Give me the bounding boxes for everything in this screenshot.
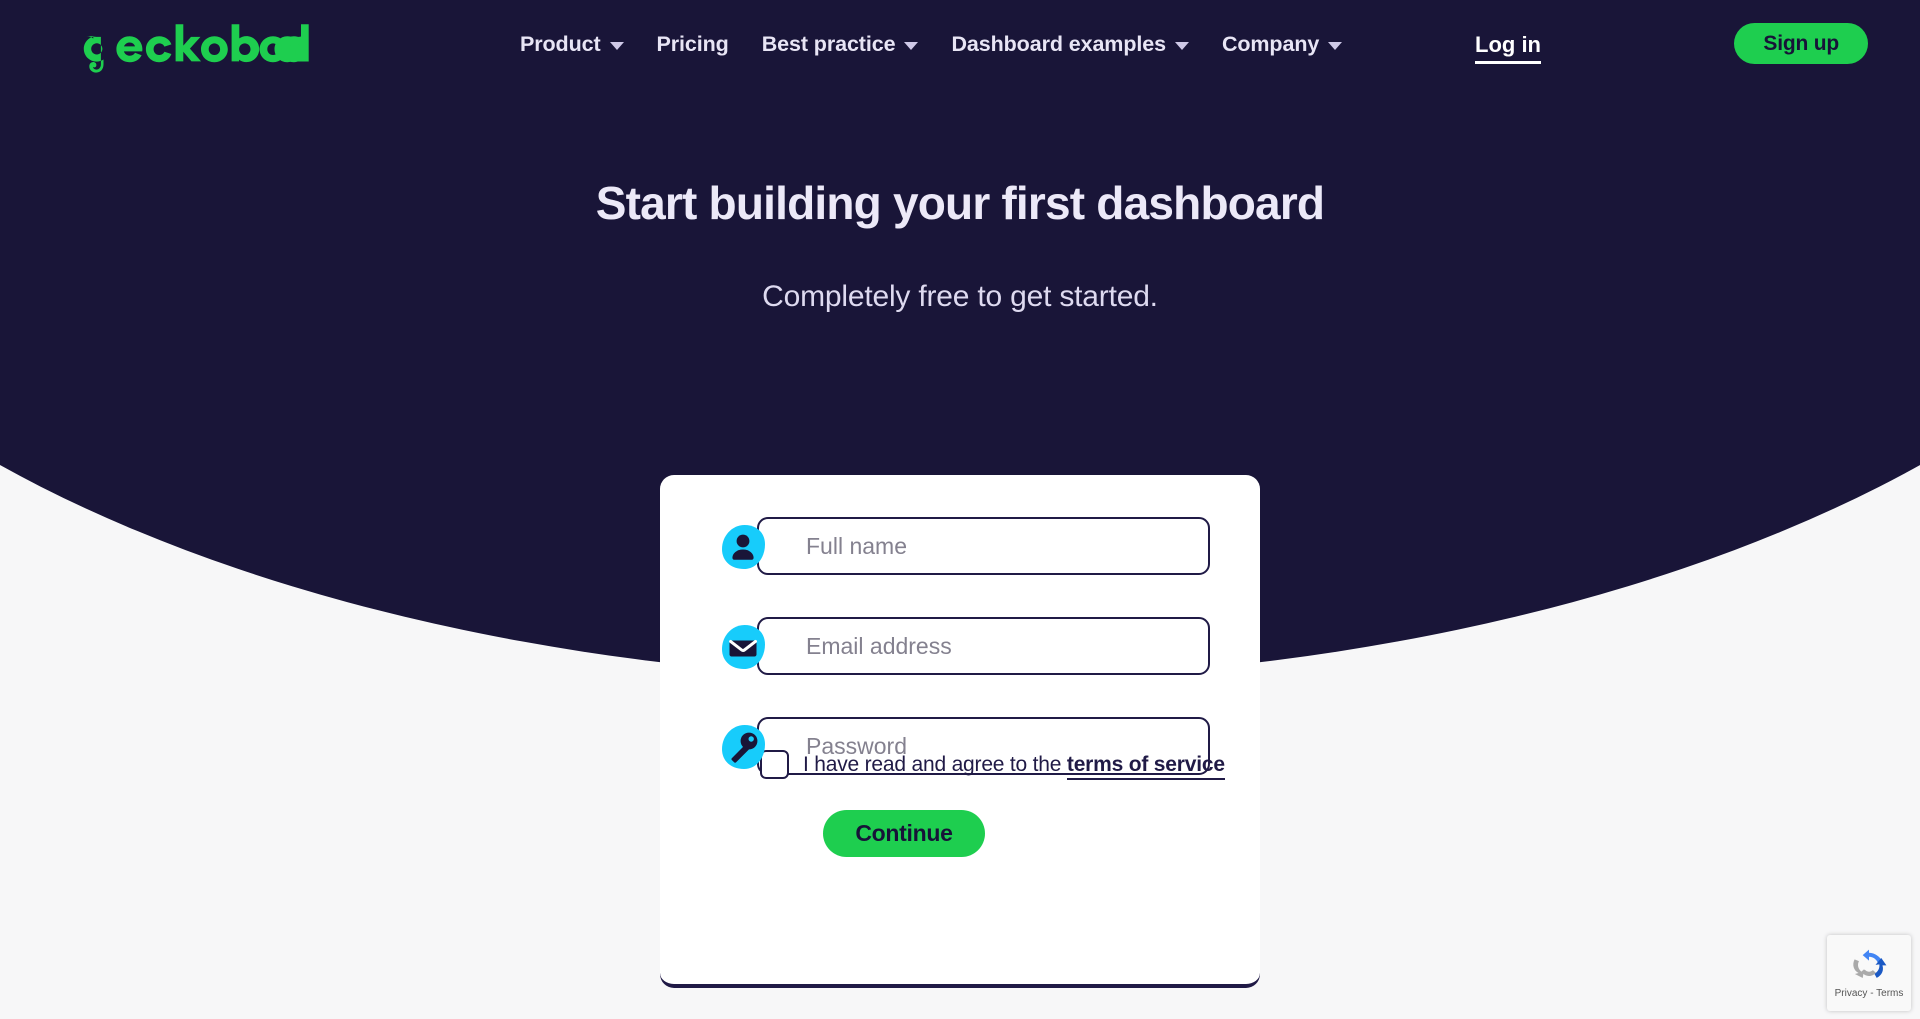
nav-item-label: Dashboard examples [951,32,1166,56]
login-link[interactable]: Log in [1475,32,1541,64]
terms-agreement-row: I have read and agree to the terms of se… [760,750,1225,780]
nav-item-best-practice[interactable]: Best practice [762,30,919,58]
terms-checkbox[interactable] [760,750,789,779]
recaptcha-icon [1853,949,1887,978]
site-header: Product Pricing Best practice Dashboard … [0,0,1920,102]
primary-navigation: Product Pricing Best practice Dashboard … [520,30,1343,58]
full-name-input[interactable] [757,517,1210,575]
field-row-full-name [710,517,1210,575]
signup-form-card: I have read and agree to the terms of se… [660,475,1260,987]
nav-item-label: Pricing [656,32,729,56]
geckoboard-logo-icon [83,24,309,73]
nav-item-label: Best practice [761,32,896,56]
chevron-down-icon [1174,42,1189,50]
nav-item-product[interactable]: Product [520,30,624,58]
page-root: Product Pricing Best practice Dashboard … [0,0,1920,1019]
nav-item-pricing[interactable]: Pricing [657,30,729,58]
recaptcha-badge[interactable]: Privacy - Terms [1827,935,1911,1011]
email-input[interactable] [757,617,1210,675]
field-row-email [710,617,1210,675]
page-title: Start building your first dashboard [595,177,1325,229]
recaptcha-label: Privacy - Terms [1834,987,1904,999]
geckoboard-logo[interactable] [74,22,309,84]
chevron-down-icon [609,42,624,50]
chevron-down-icon [1328,42,1343,50]
signup-button[interactable]: Sign up [1734,23,1868,64]
nav-item-label: Company [1221,32,1320,56]
terms-text: I have read and agree to the terms of se… [803,752,1225,780]
nav-item-label: Product [520,32,601,56]
page-subtitle: Completely free to get started. [762,280,1158,313]
nav-item-company[interactable]: Company [1221,30,1343,58]
continue-button[interactable]: Continue [823,810,985,857]
nav-item-dashboard-examples[interactable]: Dashboard examples [951,30,1189,58]
chevron-down-icon [904,42,919,50]
terms-prefix-label: I have read and agree to the [803,752,1062,776]
terms-of-service-link[interactable]: terms of service [1066,752,1225,780]
